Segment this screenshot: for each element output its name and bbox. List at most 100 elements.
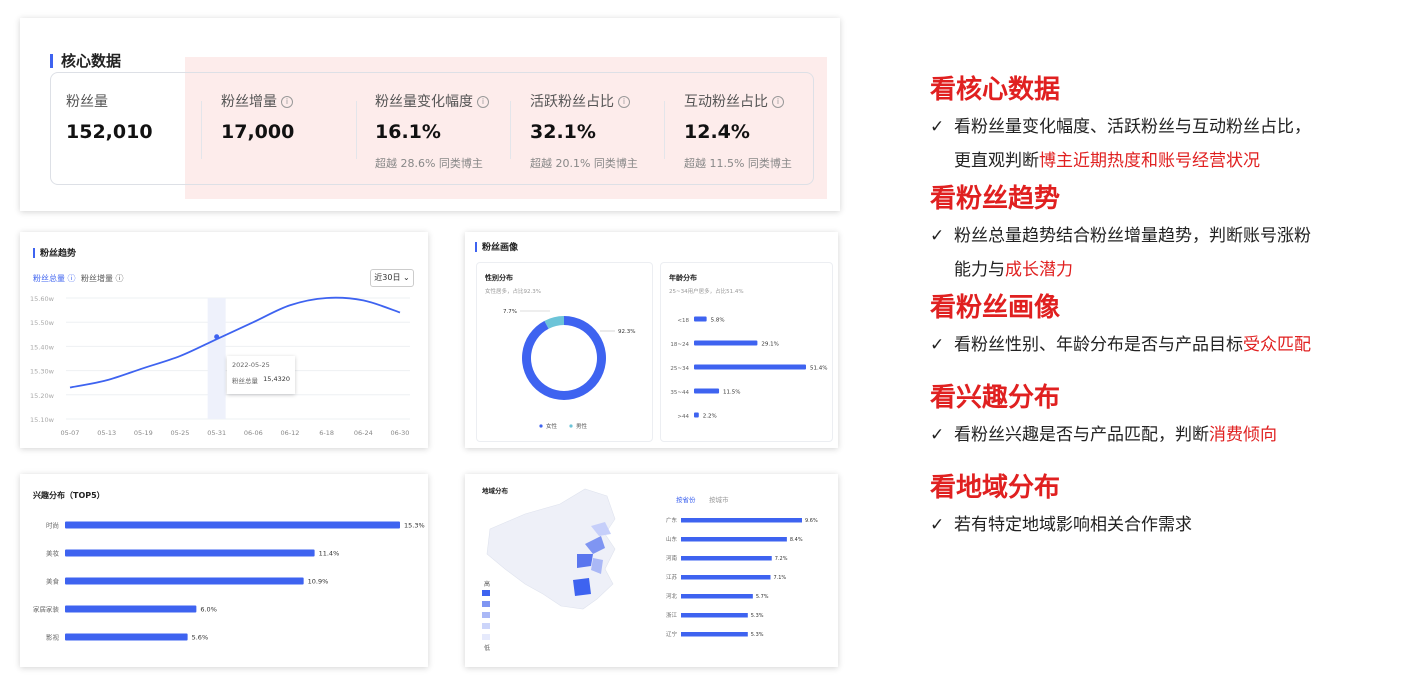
check-icon: ✓ — [930, 335, 945, 355]
metric-label-text: 粉丝增量 — [221, 94, 277, 110]
info-icon[interactable]: i — [281, 96, 293, 108]
interest-category-label: 美食 — [46, 577, 60, 586]
region-value-label: 7.1% — [773, 575, 786, 581]
y-tick-label: 15.30w — [30, 368, 55, 376]
metric-value: 152,010 — [66, 121, 153, 143]
note-heading: 看粉丝趋势 — [930, 184, 1061, 214]
x-tick-label: 05-31 — [207, 429, 226, 437]
interest-bar — [65, 521, 400, 529]
divider — [664, 101, 665, 159]
trend-chart: 15.60w 15.50w 15.40w 15.30w 15.20w 15.10w 05-0… — [30, 295, 410, 437]
metric-value: 16.1% — [375, 121, 441, 143]
region-value-label: 7.2% — [775, 556, 788, 562]
age-value-label: 11.5% — [723, 390, 740, 396]
age-category-label: 25~34 — [670, 366, 689, 372]
x-tick-label: 05-19 — [134, 429, 153, 437]
interest-chart: 时尚 15.3% 美妆 11.4% 美食 10.9% 家居家装 6.0% 影视 5.6% — [33, 521, 425, 642]
metric-value: 12.4% — [684, 121, 750, 143]
note-highlight: 消费倾向 — [1209, 425, 1277, 445]
note-text-part: 粉丝总量趋势结合粉丝增量趋势，判断账号涨粉 — [954, 226, 1311, 246]
hover-point — [214, 334, 220, 340]
note-text: ✓ 粉丝总量趋势结合粉丝增量趋势，判断账号涨粉 能力与成长潜力 — [930, 219, 1400, 287]
legend-swatch — [482, 590, 490, 596]
age-category-label: >44 — [677, 414, 689, 420]
hover-band — [207, 298, 226, 419]
core-data-title-text: 核心数据 — [61, 52, 122, 70]
female-pct-label: 92.3% — [618, 329, 635, 335]
age-value-label: 51.4% — [810, 366, 827, 372]
note-trend: 看粉丝趋势 ✓ 粉丝总量趋势结合粉丝增量趋势，判断账号涨粉 能力与成长潜力 — [930, 179, 1400, 287]
note-text: ✓ 看粉丝量变化幅度、活跃粉丝与互动粉丝占比， 更直观判断博主近期热度和账号经营状况 — [930, 110, 1400, 178]
metric-compare: 超越 20.1% 同类博主 — [530, 157, 638, 170]
note-text-part: 看粉丝兴趣是否与产品匹配，判断 — [954, 425, 1209, 445]
interest-value-label: 10.9% — [308, 578, 329, 586]
region-value-label: 9.6% — [805, 518, 818, 524]
note-heading: 看核心数据 — [930, 75, 1061, 105]
info-icon[interactable]: i — [477, 96, 489, 108]
region-value-label: 5.3% — [751, 632, 764, 638]
y-tick-label: 15.50w — [30, 319, 55, 327]
divider — [201, 101, 202, 159]
interest-bar — [65, 605, 197, 613]
note-highlight: 受众匹配 — [1243, 335, 1311, 355]
note-text-part: 看粉丝量变化幅度、活跃粉丝与互动粉丝占比， — [954, 117, 1311, 137]
age-value-label: 29.1% — [761, 342, 778, 348]
note-interest: 看兴趣分布 ✓ 看粉丝兴趣是否与产品匹配，判断消费倾向 — [930, 378, 1400, 452]
legend-male-label: 男性 — [576, 422, 588, 430]
interest-bar — [65, 549, 315, 557]
info-icon[interactable]: i — [772, 96, 784, 108]
age-bar — [694, 340, 758, 346]
region-category-label: 山东 — [666, 535, 678, 543]
divider — [510, 101, 511, 159]
age-value-label: 2.2% — [703, 414, 717, 420]
interest-card: 兴趣分布（TOP5） 时尚 15.3% 美妆 11.4% 美食 10.9% 家居家装 6.0%… — [20, 474, 428, 667]
info-icon[interactable]: i — [618, 96, 630, 108]
donut-slice — [522, 316, 606, 400]
metric-label: 粉丝量 — [66, 94, 108, 110]
interest-value-label: 15.3% — [404, 522, 425, 530]
region-category-label: 江苏 — [666, 573, 678, 581]
y-tick-label: 15.60w — [30, 295, 55, 303]
core-data-title: 核心数据 — [50, 50, 121, 71]
x-tick-label: 06-30 — [391, 429, 410, 437]
interest-bar — [65, 633, 188, 641]
note-heading: 看兴趣分布 — [930, 383, 1061, 413]
title-accent-bar — [50, 53, 53, 68]
interest-value-label: 11.4% — [319, 550, 340, 558]
metric-active-ratio: 活跃粉丝占比 i 32.1% 超越 20.1% 同类博主 — [530, 91, 680, 171]
age-bar — [694, 412, 699, 418]
note-text: ✓ 若有特定地域影响相关合作需求 — [930, 508, 1400, 542]
y-tick-label: 15.10w — [30, 416, 55, 424]
age-category-label: 18~24 — [670, 342, 689, 348]
region-category-label: 浙江 — [666, 611, 678, 619]
tooltip-date: 2022-05-25 — [232, 361, 270, 369]
region-card: 地域分布 按省份 按城市 高 低 广东 9.6% 山东 8.4% 河南 7.2% 江苏 7.1… — [465, 474, 838, 667]
age-category-label: <18 — [677, 318, 689, 324]
age-value-label: 5.8% — [711, 318, 725, 324]
male-pct-label: 7.7% — [503, 309, 517, 315]
region-bar — [681, 518, 802, 523]
fan-portrait-card: 粉丝画像 性别分布 女性居多，占比92.3% 年龄分布 25~34用户居多，占比… — [465, 232, 838, 448]
core-data-card: 核心数据 粉丝量 152,010 粉丝增量 i 17,000 粉丝量变化幅度 i 1… — [20, 18, 840, 211]
note-highlight: 博主近期热度和账号经营状况 — [1039, 151, 1260, 171]
note-text: ✓ 看粉丝兴趣是否与产品匹配，判断消费倾向 — [930, 418, 1400, 452]
region-value-label: 8.4% — [790, 537, 803, 543]
region-category-label: 河北 — [666, 592, 678, 600]
region-category-label: 辽宁 — [666, 630, 678, 638]
region-value-label: 5.3% — [751, 613, 764, 619]
metric-label: 粉丝增量 i — [221, 91, 371, 111]
map-province-henan — [577, 554, 593, 568]
check-icon: ✓ — [930, 117, 945, 137]
age-category-label: 35~44 — [670, 390, 689, 396]
metric-label: 粉丝量变化幅度 i — [375, 91, 525, 111]
interest-category-label: 时尚 — [46, 521, 59, 530]
y-tick-label: 15.20w — [30, 392, 55, 400]
check-icon: ✓ — [930, 515, 945, 535]
region-value-label: 5.7% — [756, 594, 769, 600]
metric-fans-increase: 粉丝增量 i 17,000 — [221, 91, 371, 143]
region-bar — [681, 537, 787, 542]
region-category-label: 河南 — [666, 554, 678, 562]
x-tick-label: 05-13 — [97, 429, 116, 437]
note-text-part: 看粉丝性别、年龄分布是否与产品目标 — [954, 335, 1243, 355]
check-icon: ✓ — [930, 226, 945, 246]
